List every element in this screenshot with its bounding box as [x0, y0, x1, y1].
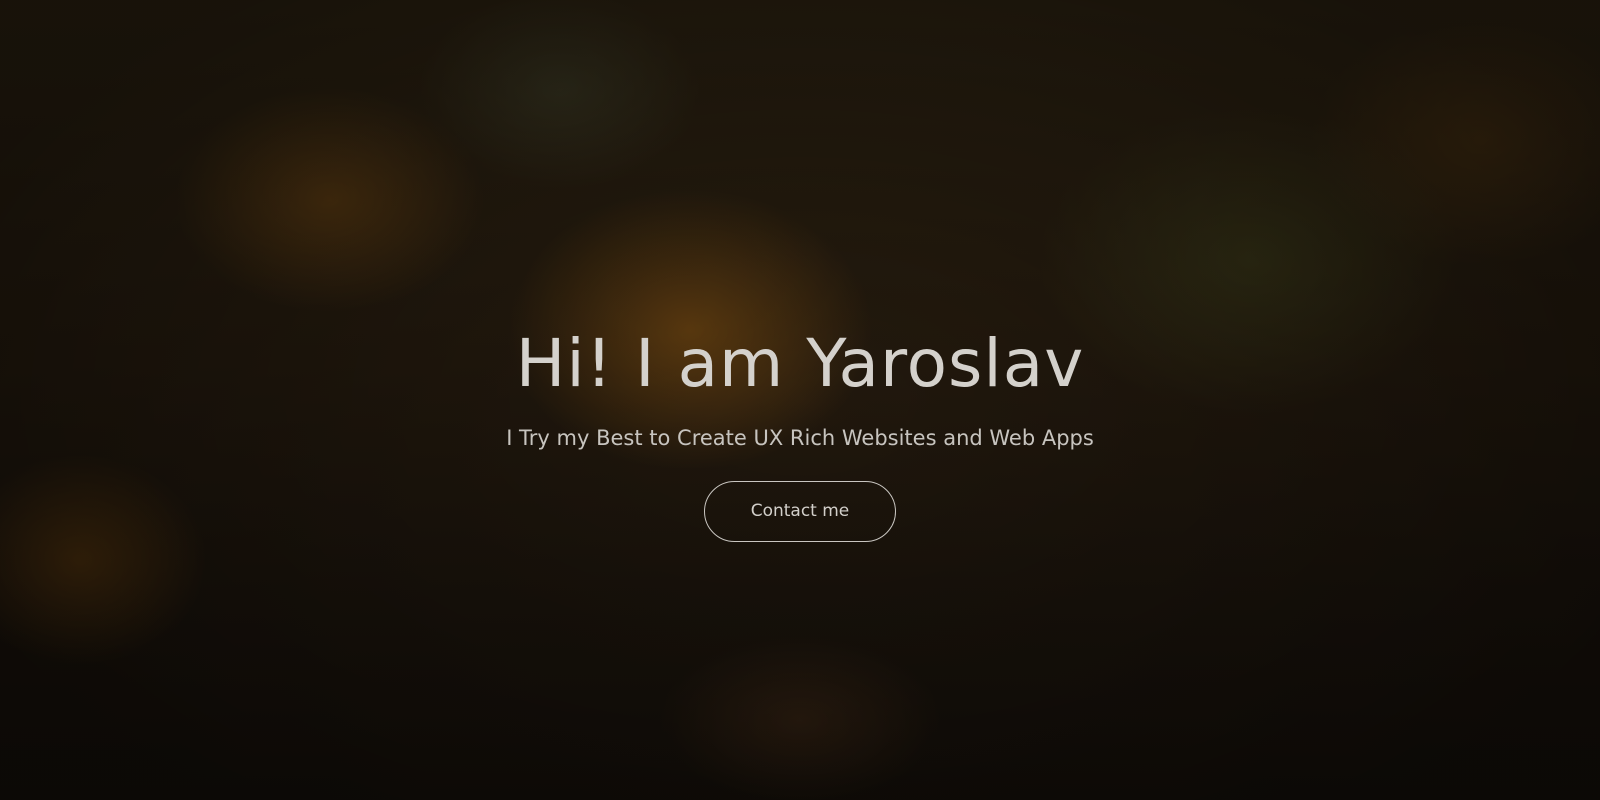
hero-headline: Hi! I am Yaroslav — [515, 325, 1085, 402]
contact-me-button[interactable]: Contact me — [704, 481, 896, 542]
hero-section: Hi! I am Yaroslav I Try my Best to Creat… — [0, 0, 1600, 800]
hero-subline: I Try my Best to Create UX Rich Websites… — [506, 426, 1094, 450]
